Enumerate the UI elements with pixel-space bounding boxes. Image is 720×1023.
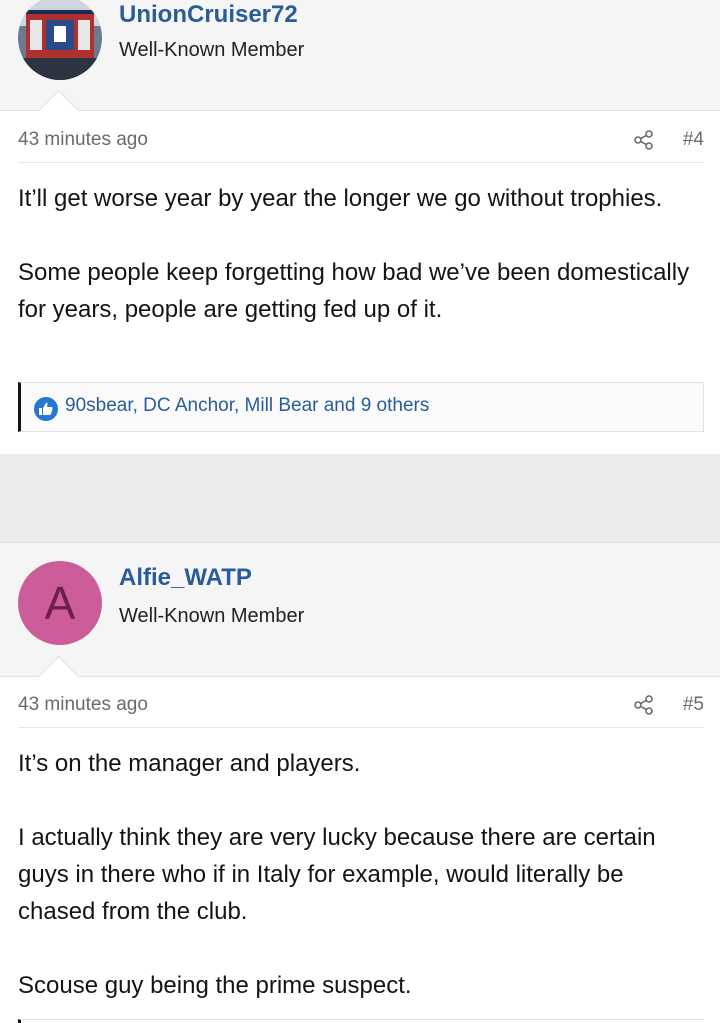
post-number[interactable]: #5 <box>683 694 704 716</box>
post-separator <box>0 454 720 542</box>
avatar[interactable] <box>18 0 102 80</box>
reactions-bar-partial <box>18 1019 704 1023</box>
message-paragraph: Scouse guy being the prime suspect. <box>18 972 412 999</box>
post-4-meta: 43 minutes ago #4 <box>18 122 704 163</box>
post-5-user-header: A Alfie_WATP Well-Known Member <box>0 542 720 698</box>
reactions-bar[interactable]: 90sbear, DC Anchor, Mill Bear and 9 othe… <box>18 382 704 432</box>
avatar[interactable]: A <box>18 561 102 645</box>
message-paragraph: I actually think they are very lucky bec… <box>18 824 656 925</box>
post-5-meta: 43 minutes ago #5 <box>18 687 704 728</box>
post-4-message: It’ll get worse year by year the longer … <box>18 180 698 328</box>
username[interactable]: UnionCruiser72 <box>119 1 298 29</box>
message-paragraph: It’ll get worse year by year the longer … <box>18 185 663 212</box>
username[interactable]: Alfie_WATP <box>119 564 252 592</box>
avatar-image <box>18 0 102 80</box>
reactions-list[interactable]: 90sbear, DC Anchor, Mill Bear and 9 othe… <box>65 395 429 417</box>
message-paragraph: It’s on the manager and players. <box>18 750 361 777</box>
share-icon[interactable] <box>634 695 654 715</box>
like-icon <box>34 397 58 421</box>
post-time[interactable]: 43 minutes ago <box>18 694 148 716</box>
post-time[interactable]: 43 minutes ago <box>18 129 148 151</box>
user-title: Well-Known Member <box>119 39 305 61</box>
post-number[interactable]: #4 <box>683 129 704 151</box>
user-title: Well-Known Member <box>119 605 305 627</box>
post-5-message: It’s on the manager and players. I actua… <box>18 745 698 1004</box>
share-icon[interactable] <box>634 130 654 150</box>
message-paragraph: Some people keep forgetting how bad we’v… <box>18 259 690 323</box>
post-4-user-header: UnionCruiser72 Well-Known Member <box>0 0 720 132</box>
